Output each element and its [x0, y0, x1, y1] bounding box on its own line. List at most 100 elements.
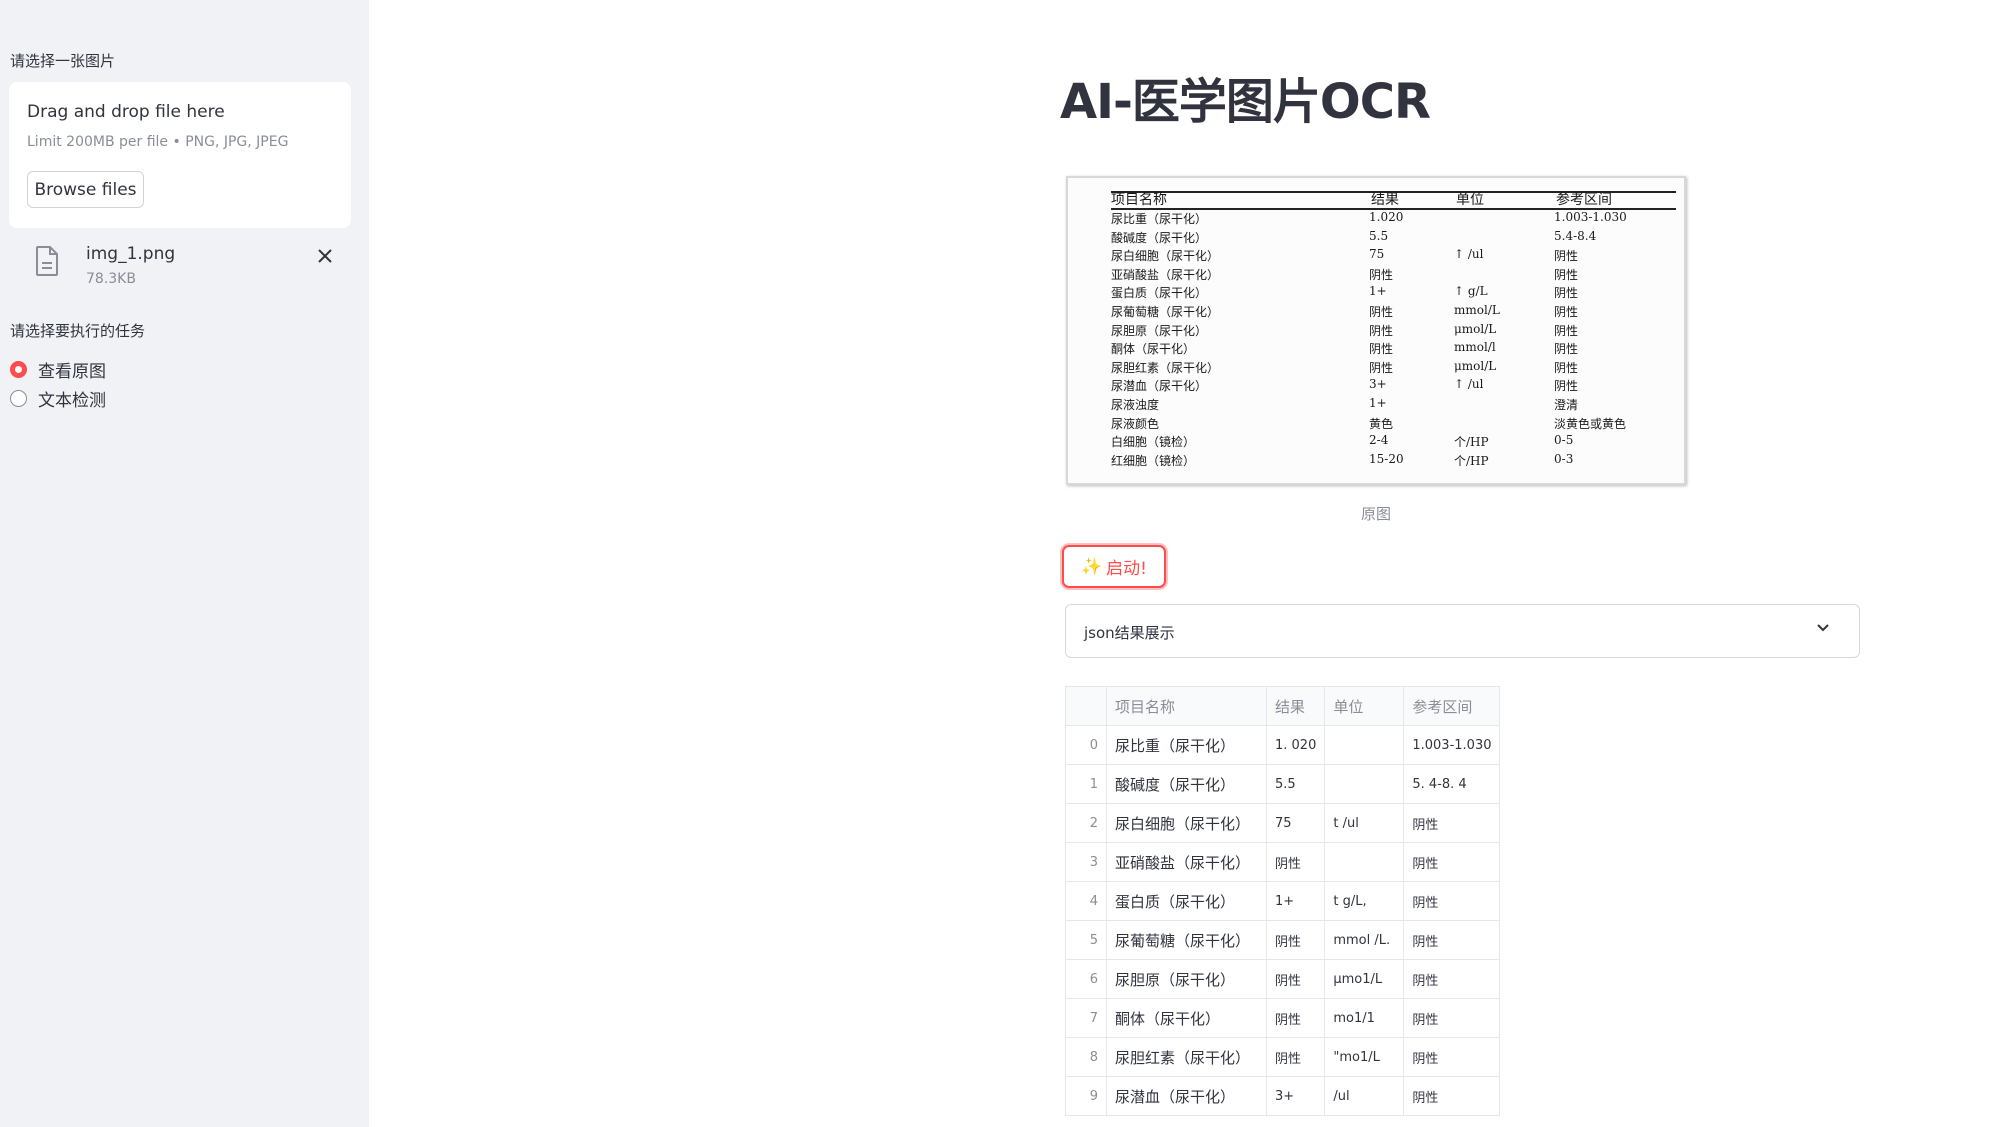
doc-cell-unit: mmol/L: [1454, 303, 1500, 317]
table-header-index: [1065, 686, 1107, 726]
table-cell-index: 2: [1065, 803, 1107, 843]
doc-cell-result: 阴性: [1369, 323, 1394, 338]
page-title: AI-医学图片OCR: [1060, 74, 1431, 130]
json-result-expander[interactable]: json结果展示: [1065, 604, 1860, 658]
doc-cell-item: 酮体（尿干化）: [1111, 342, 1196, 357]
table-row: 4 蛋白质（尿干化） 1+ t g/L, 阴性: [1065, 881, 1501, 921]
doc-cell-result: 5.5: [1369, 228, 1389, 243]
table-cell-index: 7: [1065, 998, 1107, 1038]
close-icon-glyph: [318, 249, 332, 263]
doc-cell-range: 5.4-8.4: [1554, 228, 1597, 243]
table-cell-range: 阴性: [1403, 881, 1501, 921]
table-cell-item: 酸碱度（尿干化）: [1106, 764, 1267, 804]
table-row: 1 酸碱度（尿干化） 5.5 5. 4-8. 4: [1065, 764, 1501, 804]
table-cell-range: 阴性: [1403, 920, 1501, 960]
doc-cell-range: 阴性: [1554, 342, 1579, 357]
close-icon[interactable]: [313, 244, 337, 268]
table-cell-unit: [1324, 725, 1405, 765]
doc-header-item: 项目名称: [1111, 192, 1167, 208]
doc-cell-unit: 个/HP: [1454, 435, 1489, 450]
doc-cell-result: 阴性: [1369, 360, 1394, 375]
task-radio-label: 查看原图: [38, 362, 106, 382]
table-cell-result: 5.5: [1265, 764, 1326, 804]
table-cell-result: 阴性: [1265, 1037, 1326, 1077]
doc-cell-unit: μmol/L: [1454, 321, 1497, 336]
radio-selected-icon: [10, 361, 27, 378]
table-cell-result: 阴性: [1265, 998, 1326, 1038]
file-dropzone[interactable]: Drag and drop file here Limit 200MB per …: [9, 82, 351, 228]
doc-cell-item: 尿葡萄糖（尿干化）: [1111, 305, 1220, 319]
doc-cell-range: 0-5: [1554, 433, 1574, 448]
doc-cell-item: 尿胆原（尿干化）: [1111, 323, 1208, 338]
table-cell-result: 阴性: [1265, 842, 1326, 882]
doc-cell-item: 酸碱度（尿干化）: [1111, 230, 1208, 245]
result-table: 项目名称 结果 单位 参考区间 0 尿比重（尿干化） 1. 020 1.003-1.0…: [1065, 686, 1501, 1116]
doc-cell-unit: ↑ g/L: [1454, 284, 1488, 299]
task-radio-view-original[interactable]: 查看原图: [10, 357, 106, 382]
table-cell-range: 阴性: [1403, 959, 1501, 999]
table-cell-range: 阴性: [1403, 998, 1501, 1038]
doc-cell-item: 白细胞（镜检）: [1111, 435, 1196, 450]
table-row: 9 尿潜血（尿干化） 3+/ul 阴性: [1065, 1076, 1501, 1116]
table-cell-range: 1.003-1.030: [1403, 725, 1501, 765]
doc-cell-item: 尿潜血（尿干化）: [1111, 379, 1208, 394]
table-cell-unit: t g/L,: [1324, 881, 1405, 921]
table-row: 7 酮体（尿干化） 阴性 mo1/1 阴性: [1065, 998, 1501, 1038]
doc-cell-result: 1.020: [1369, 210, 1404, 224]
table-row: 3 亚硝酸盐（尿干化） 阴性 阴性: [1065, 842, 1501, 882]
doc-cell-range: 阴性: [1554, 305, 1579, 319]
sparkle-icon: ✨: [1081, 556, 1103, 577]
upload-label: 请选择一张图片: [10, 52, 116, 70]
doc-cell-unit: ↑ /ul: [1454, 377, 1484, 392]
table-cell-unit: [1324, 764, 1405, 804]
doc-cell-result: 75: [1369, 247, 1385, 262]
table-cell-result: 3+: [1265, 1076, 1326, 1116]
radio-unselected-icon: [10, 390, 27, 407]
browse-files-button[interactable]: Browse files: [27, 171, 144, 208]
doc-cell-range: 阴性: [1554, 360, 1579, 375]
table-cell-unit: μmo1/L: [1324, 959, 1405, 999]
table-cell-unit: "mo1/L: [1324, 1037, 1405, 1077]
table-cell-item: 酮体（尿干化）: [1106, 998, 1267, 1038]
table-cell-range: 阴性: [1403, 1076, 1501, 1116]
doc-cell-result: 黄色: [1369, 416, 1394, 431]
start-button-label: 启动!: [1106, 559, 1147, 579]
task-radio-text-detect[interactable]: 文本检测: [10, 386, 106, 411]
table-cell-unit: /ul: [1324, 1076, 1405, 1116]
dropzone-title: Drag and drop file here: [27, 102, 225, 122]
start-button[interactable]: ✨ 启动!: [1062, 545, 1166, 588]
table-cell-index: 4: [1065, 881, 1107, 921]
file-name: img_1.png: [86, 244, 176, 264]
doc-cell-range: 1.003-1.030: [1554, 210, 1627, 224]
doc-cell-range: 阴性: [1554, 379, 1579, 394]
table-row: 2 尿白细胞（尿干化） 75 t /ul 阴性: [1065, 803, 1501, 843]
table-cell-index: 9: [1065, 1076, 1107, 1116]
table-cell-item: 尿潜血（尿干化）: [1106, 1076, 1267, 1116]
table-cell-index: 0: [1065, 725, 1107, 765]
table-header-range: 参考区间: [1403, 686, 1501, 726]
doc-header-unit: 单位: [1456, 192, 1484, 208]
doc-cell-range: 阴性: [1554, 249, 1579, 264]
table-cell-index: 3: [1065, 842, 1107, 882]
doc-header-range: 参考区间: [1556, 192, 1612, 208]
table-cell-item: 尿胆原（尿干化）: [1106, 959, 1267, 999]
table-row: 0 尿比重（尿干化） 1. 020 1.003-1.030: [1065, 725, 1501, 765]
table-header-unit: 单位: [1324, 686, 1405, 726]
doc-cell-item: 尿白细胞（尿干化）: [1111, 249, 1220, 264]
chevron-down-icon: [1817, 624, 1829, 632]
table-row: 8 尿胆红素（尿干化） 阴性 "mo1/L 阴性: [1065, 1037, 1501, 1077]
doc-cell-range: 淡黄色或黄色: [1554, 416, 1627, 431]
table-cell-item: 尿胆红素（尿干化）: [1106, 1037, 1267, 1077]
doc-cell-result: 1+: [1369, 396, 1387, 410]
table-cell-index: 1: [1065, 764, 1107, 804]
table-cell-item: 亚硝酸盐（尿干化）: [1106, 842, 1267, 882]
doc-cell-item: 红细胞（镜检）: [1111, 453, 1196, 468]
table-cell-item: 尿葡萄糖（尿干化）: [1106, 920, 1267, 960]
table-cell-index: 6: [1065, 959, 1107, 999]
table-cell-unit: [1324, 842, 1405, 882]
table-cell-result: 75: [1265, 803, 1326, 843]
document-scan: 项目名称 结果 单位 参考区间 尿比重（尿干化） 1.020 1.003-1.030 酸碱度（…: [1076, 181, 1676, 481]
table-cell-index: 5: [1065, 920, 1107, 960]
table-cell-unit: mmol /L.: [1324, 920, 1405, 960]
table-cell-range: 5. 4-8. 4: [1403, 764, 1501, 804]
